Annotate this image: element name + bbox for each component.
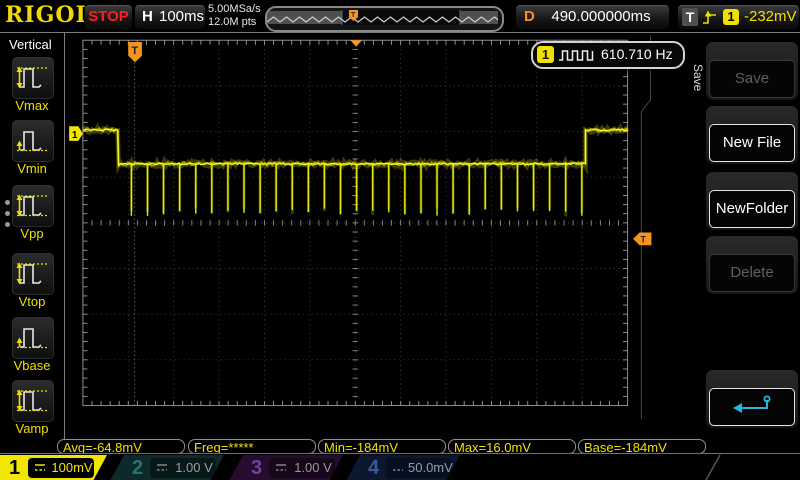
channel-1-number: 1 (9, 456, 20, 480)
timebase-value: 100ms (159, 5, 203, 29)
freq-counter-channel-badge: 1 (537, 46, 554, 63)
channel-1-badge[interactable]: 1 100mV (0, 455, 108, 480)
waveform-memory-preview[interactable]: T (265, 6, 504, 32)
graticule (83, 40, 628, 405)
delete-button[interactable]: Delete (709, 254, 795, 292)
square-wave-icon (558, 48, 598, 62)
dc-coupling-icon (275, 463, 287, 472)
channel-4-scale-box: 50.0mV (386, 458, 452, 478)
measurement-min: Min=-184mV (318, 439, 446, 454)
measure-label-vmax: Vmax (0, 98, 64, 113)
softkey-new-file[interactable]: New File (706, 106, 798, 164)
channel-1-scale-box: 100mV (28, 458, 94, 478)
measurement-base: Base=-184mV (578, 439, 706, 454)
new-file-button[interactable]: New File (709, 124, 795, 162)
return-arrow-icon (729, 393, 775, 419)
top-status-bar: RIGOL STOP H 100ms 5.00MSa/s 12.0M pts T… (0, 0, 800, 33)
softkey-delete[interactable]: Delete (706, 236, 798, 294)
brand-logo: RIGOL (5, 2, 92, 28)
vmax-icon (13, 58, 51, 96)
delay-position-triangle (350, 40, 362, 46)
delay-badge: D 490.000000ms (515, 4, 670, 30)
run-state-badge: STOP (84, 4, 133, 30)
rising-edge-icon (701, 9, 718, 25)
channel-status-bar: 1 100mV 2 1.00 V 3 (0, 453, 800, 480)
vpp-icon (13, 186, 51, 224)
memory-preview-waveform: T (267, 8, 498, 26)
menu-page-dot (5, 200, 10, 205)
measure-button-vpp[interactable] (12, 185, 54, 227)
measure-button-vmin[interactable] (12, 120, 54, 162)
left-menu-title: Vertical (9, 37, 52, 52)
scope-markers: 1 T T (69, 40, 651, 245)
vbase-icon (13, 318, 51, 356)
horizontal-label: H (142, 5, 153, 29)
oscilloscope-screen: RIGOL STOP H 100ms 5.00MSa/s 12.0M pts T… (0, 0, 800, 480)
measure-label-vpp: Vpp (0, 226, 64, 241)
measurement-avg: Avg=-64.8mV (57, 439, 185, 454)
channel-3-scale-box: 1.00 V (269, 458, 335, 478)
dc-coupling-icon (392, 463, 404, 472)
measure-button-vbase[interactable] (12, 317, 54, 359)
menu-page-dot (5, 211, 10, 216)
channel-2-scale: 1.00 V (172, 458, 216, 478)
svg-text:T: T (351, 12, 356, 19)
channel-4-badge[interactable]: 4 50.0mV (346, 455, 460, 480)
softkey-back[interactable] (706, 370, 798, 428)
trigger-source-badge: 1 (723, 9, 739, 25)
save-button[interactable]: Save (709, 60, 795, 98)
bar-divider (700, 454, 724, 480)
channel-3-scale: 1.00 V (291, 458, 335, 478)
channel-4-scale: 50.0mV (408, 458, 452, 478)
menu-tab-save: Save (690, 55, 705, 101)
trigger-level-value: -232mV (744, 5, 797, 29)
new-folder-button[interactable]: NewFolder (709, 190, 795, 228)
trigger-label: T (682, 8, 698, 26)
memory-depth: 12.0M pts (208, 16, 261, 29)
channel-3-number: 3 (251, 456, 262, 480)
channel-4-number: 4 (368, 456, 379, 480)
measure-label-vmin: Vmin (0, 161, 64, 176)
vmin-icon (13, 121, 51, 159)
measure-button-vtop[interactable] (12, 253, 54, 295)
delay-value: 490.000000ms (538, 5, 664, 29)
sample-rate: 5.00MSa/s (208, 3, 261, 16)
vtop-icon (13, 254, 51, 292)
measure-label-vamp: Vamp (0, 421, 64, 436)
svg-text:T: T (640, 235, 646, 245)
channel-2-number: 2 (132, 456, 143, 480)
run-state-label: STOP (88, 8, 129, 25)
measure-button-vmax[interactable] (12, 57, 54, 99)
back-button[interactable] (709, 388, 795, 426)
acquisition-info: 5.00MSa/s 12.0M pts (208, 3, 261, 29)
svg-text:T: T (131, 45, 138, 57)
measure-button-vamp[interactable] (12, 380, 54, 422)
measure-label-vtop: Vtop (0, 294, 64, 309)
vamp-icon (13, 381, 51, 419)
scope-display: 1 T T (60, 33, 710, 453)
channel-1-scale: 100mV (50, 458, 94, 478)
dc-coupling-icon (34, 463, 46, 472)
left-measure-menu: Vertical Vmax Vmin Vpp Vtop Vbase Vamp (0, 33, 65, 453)
softkey-save[interactable]: Save (706, 42, 798, 100)
measure-label-vbase: Vbase (0, 358, 64, 373)
channel-2-badge[interactable]: 2 1.00 V (110, 455, 224, 480)
frequency-counter-badge: 1 610.710 Hz (531, 41, 685, 69)
freq-counter-value: 610.710 Hz (601, 43, 673, 66)
channel-3-badge[interactable]: 3 1.00 V (229, 455, 343, 480)
dc-coupling-icon (156, 463, 168, 472)
measurement-max: Max=16.0mV (448, 439, 576, 454)
horizontal-timebase-badge: H 100ms (134, 4, 206, 30)
svg-text:1: 1 (72, 130, 78, 141)
delay-label: D (524, 5, 535, 29)
measurement-freq: Freq=***** (188, 439, 316, 454)
softkey-new-folder[interactable]: NewFolder (706, 172, 798, 230)
menu-tab-outline (641, 36, 650, 420)
right-soft-menu: Save New File NewFolder Delete (706, 33, 800, 453)
trigger-badge: T 1 -232mV (677, 4, 800, 30)
channel-2-scale-box: 1.00 V (150, 458, 216, 478)
